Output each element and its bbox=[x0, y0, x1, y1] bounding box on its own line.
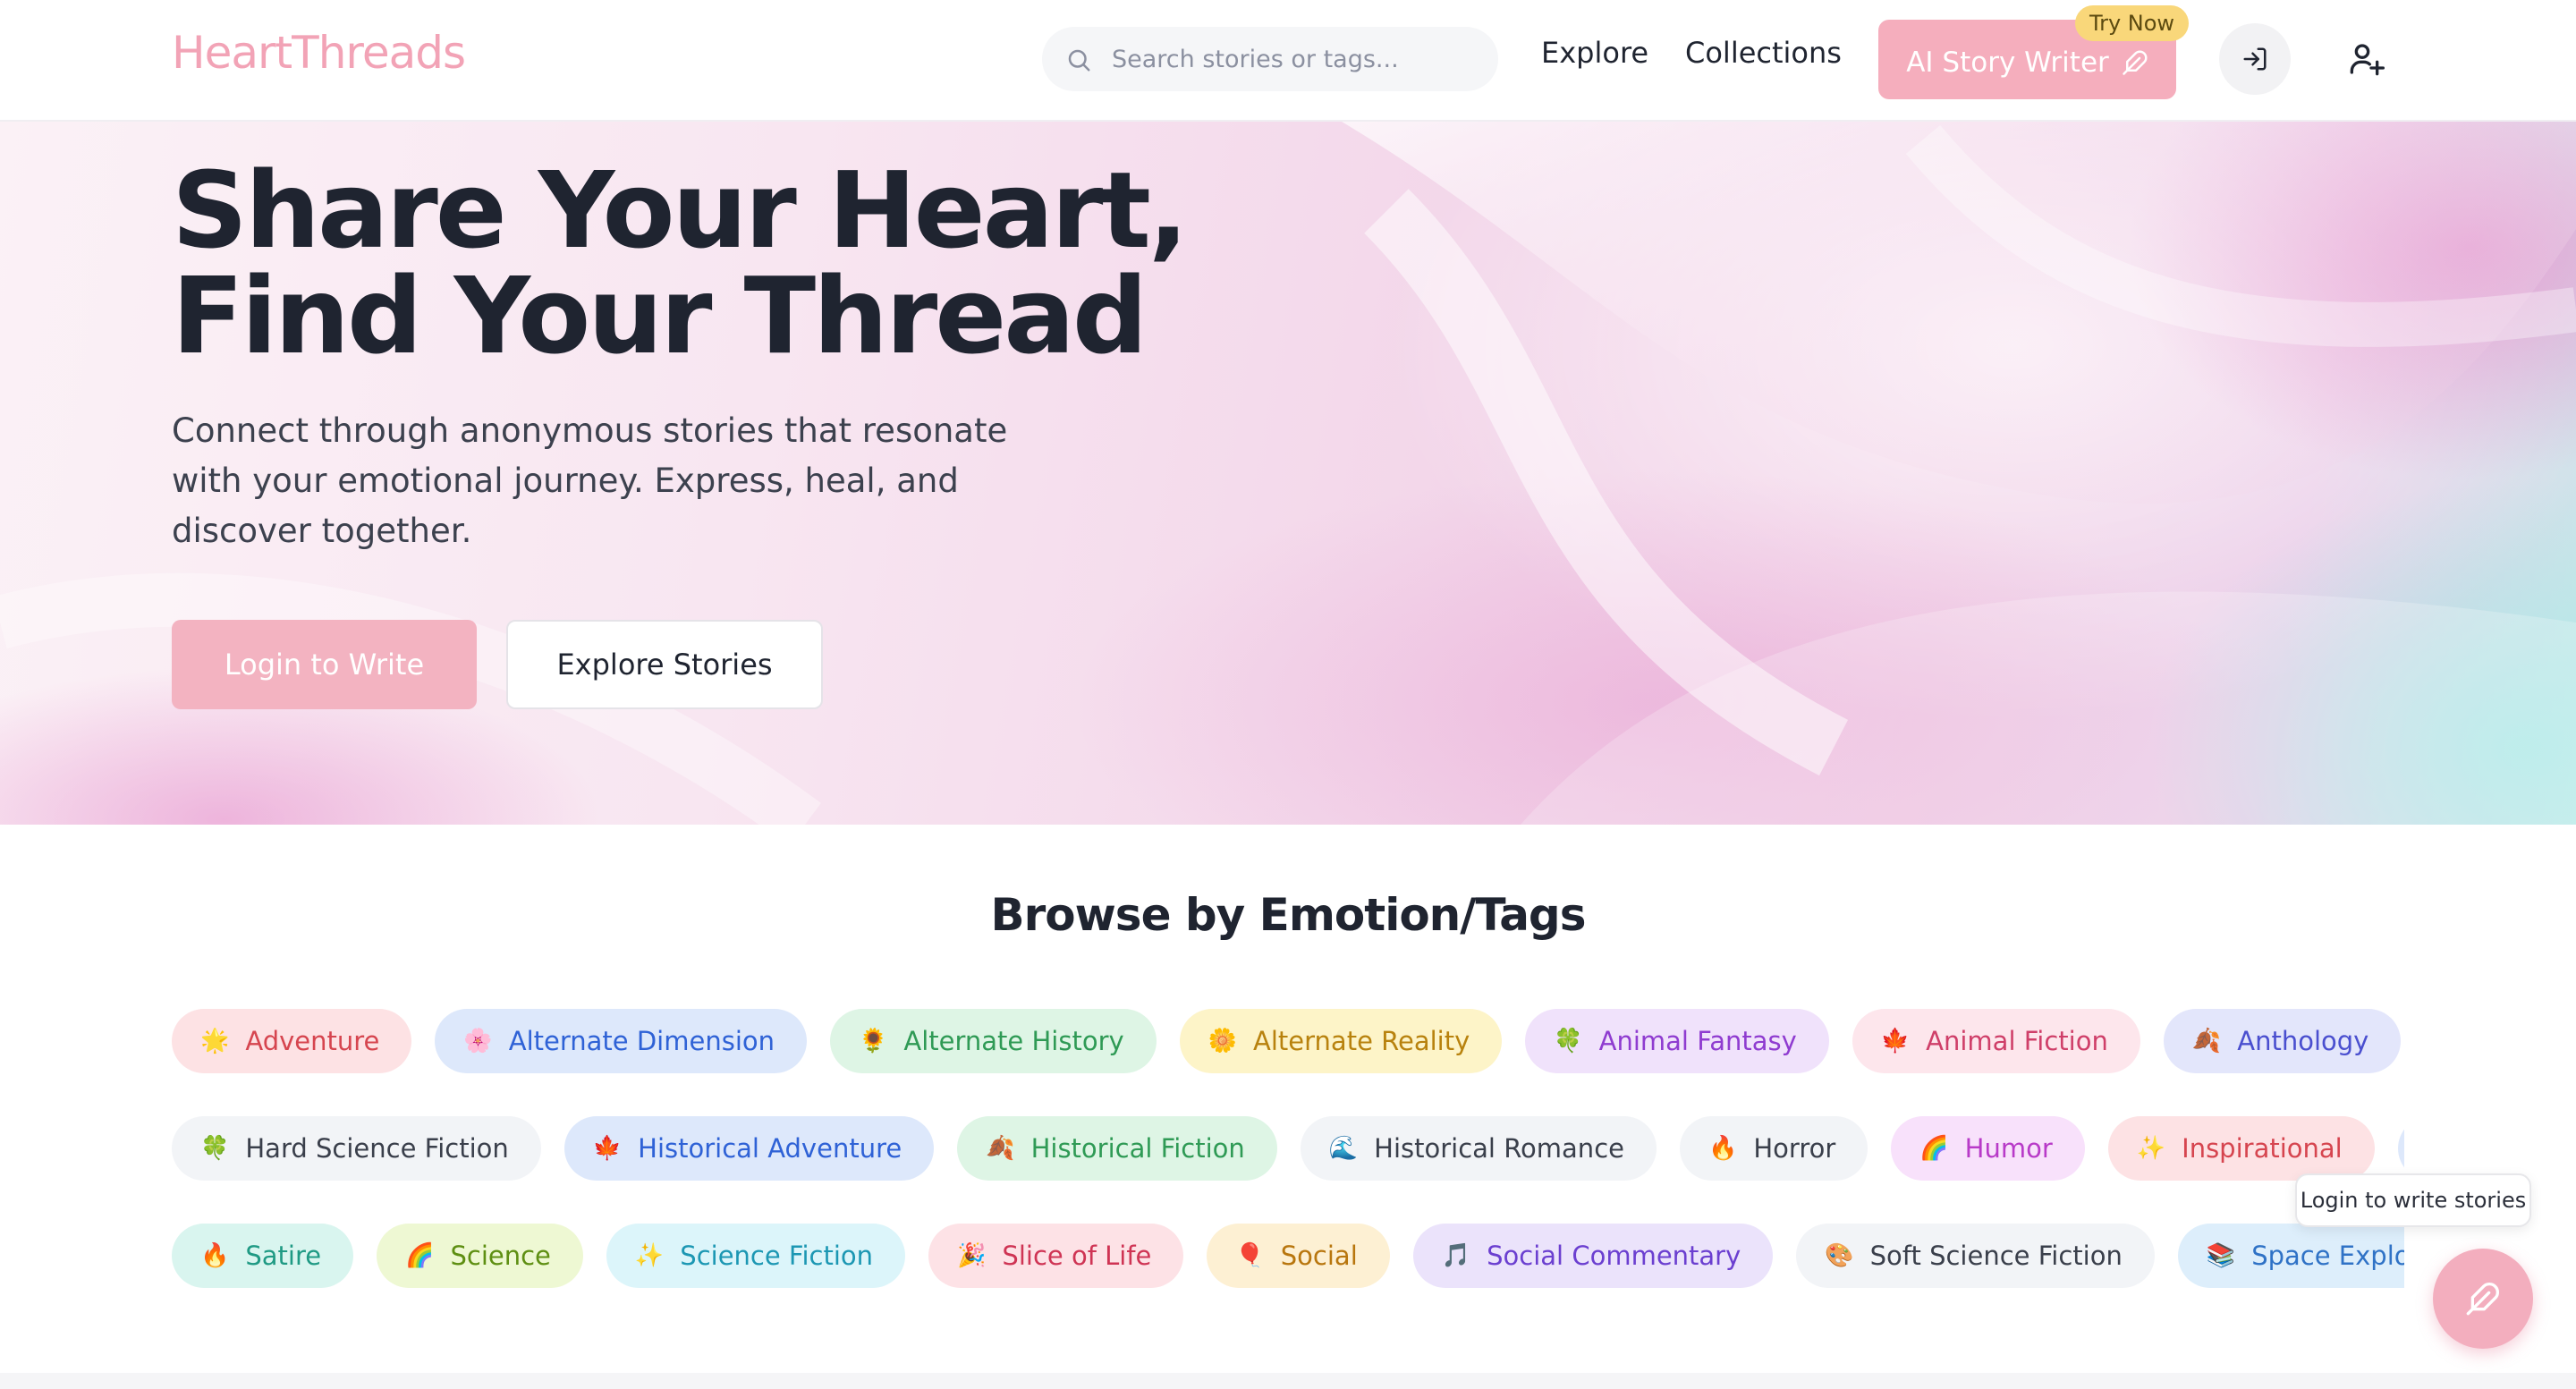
tag-pill[interactable]: 🌟 Adventure bbox=[172, 1009, 412, 1073]
tag-label: Social Commentary bbox=[1487, 1241, 1741, 1271]
tag-pill[interactable]: 🌸 Alternate Dimension bbox=[435, 1009, 807, 1073]
search-icon bbox=[1068, 49, 1090, 72]
tag-cloud: 🌟 Adventure 🌸 Alternate Dimension 🌻 Alternate… bbox=[172, 1009, 2404, 1295]
tag-label: Inspirational bbox=[2182, 1133, 2343, 1164]
tag-emoji: 🌟 bbox=[200, 1028, 230, 1054]
tag-emoji: 🌊 bbox=[1328, 1135, 1359, 1162]
tag-emoji: 🎨 bbox=[1825, 1242, 1854, 1269]
tag-emoji: 🍀 bbox=[1554, 1028, 1583, 1054]
search-input[interactable] bbox=[1112, 27, 1479, 91]
tag-label: Alternate History bbox=[903, 1026, 1124, 1056]
tag-emoji: 🎈 bbox=[1235, 1242, 1265, 1269]
tag-emoji: 🍂 bbox=[2191, 1028, 2222, 1054]
tag-emoji: 🍁 bbox=[1880, 1028, 1911, 1054]
tag-label: Horror bbox=[1753, 1133, 1836, 1164]
tag-pill[interactable]: 🌈 Science bbox=[377, 1224, 583, 1288]
tag-label: Alternate Reality bbox=[1253, 1026, 1470, 1056]
tag-label: Social bbox=[1280, 1241, 1358, 1271]
login-button[interactable] bbox=[2219, 23, 2291, 95]
tag-label: Anthology bbox=[2237, 1026, 2369, 1056]
tag-label: Science Fiction bbox=[680, 1241, 874, 1271]
tag-label: Historical Fiction bbox=[1030, 1133, 1245, 1164]
tag-emoji: 🍁 bbox=[592, 1135, 623, 1162]
hero-section: Share Your Heart, Find Your Thread Conne… bbox=[0, 122, 2576, 825]
tag-pill[interactable]: 🎉Legal Drama bbox=[2397, 1116, 2404, 1181]
tag-emoji: 🌈 bbox=[405, 1242, 435, 1269]
explore-stories-button[interactable]: Explore Stories bbox=[506, 620, 823, 709]
tag-label: Satire bbox=[245, 1241, 322, 1271]
tag-emoji: ✨ bbox=[634, 1242, 665, 1269]
top-navbar: HeartThreads Explore Collections AI Stor… bbox=[0, 0, 2576, 122]
tag-emoji: ✨ bbox=[2136, 1135, 2166, 1162]
tag-pill[interactable]: 🔥 Satire bbox=[172, 1224, 354, 1288]
login-to-write-button[interactable]: Login to Write bbox=[172, 620, 477, 709]
tag-pill[interactable]: 🍁 Historical Adventure bbox=[564, 1116, 935, 1181]
next-section-edge bbox=[0, 1373, 2576, 1389]
nav-collections[interactable]: Collections bbox=[1685, 36, 1842, 70]
tag-pill[interactable]: 🍀 Animal Fantasy bbox=[1525, 1009, 1829, 1073]
tag-pill[interactable]: 🍂 Anthology bbox=[2163, 1009, 2402, 1073]
tag-pill[interactable]: 🎨 Soft Science Fiction bbox=[1796, 1224, 2155, 1288]
tag-pill[interactable]: 🔥 Horror bbox=[1679, 1116, 1868, 1181]
tag-label: Science bbox=[450, 1241, 551, 1271]
hero-title: Share Your Heart, Find Your Thread bbox=[172, 157, 1335, 368]
tag-pill[interactable]: 🍁 Animal Fiction bbox=[1852, 1009, 2140, 1073]
tag-pill[interactable]: 🍀 Hard Science Fiction bbox=[172, 1116, 541, 1181]
tag-row-3: 🔥 Satire 🌈 Science ✨ Science Fiction 🎉 Slice of… bbox=[172, 1224, 2404, 1288]
tag-label: Alternate Dimension bbox=[508, 1026, 775, 1056]
write-tooltip: Login to write stories bbox=[2295, 1173, 2531, 1227]
tag-pill[interactable]: 🌻 Alternate History bbox=[830, 1009, 1157, 1073]
page: HeartThreads Explore Collections AI Stor… bbox=[0, 0, 2576, 1389]
tag-emoji: 📚 bbox=[2206, 1242, 2236, 1269]
tag-label: Animal Fiction bbox=[1926, 1026, 2108, 1056]
try-now-badge: Try Now bbox=[2075, 5, 2189, 41]
tag-label: Humor bbox=[1964, 1133, 2053, 1164]
tag-emoji: 🌸 bbox=[463, 1028, 493, 1054]
feather-icon bbox=[2123, 50, 2148, 75]
tag-label: Space Exploration bbox=[2251, 1241, 2404, 1271]
tag-emoji: 🌈 bbox=[1919, 1135, 1949, 1162]
login-icon bbox=[2243, 47, 2267, 71]
search-bar[interactable] bbox=[1042, 27, 1498, 91]
tag-label: Animal Fantasy bbox=[1598, 1026, 1797, 1056]
tag-row-2: 🍀 Hard Science Fiction 🍁 Historical Adventu… bbox=[172, 1116, 2404, 1181]
user-plus-icon bbox=[2350, 44, 2385, 76]
signup-button[interactable] bbox=[2331, 23, 2402, 95]
tag-pill[interactable]: 🍂 Historical Fiction bbox=[957, 1116, 1277, 1181]
hero-subtitle: Connect through anonymous stories that r… bbox=[172, 411, 1008, 550]
tag-emoji: 🌻 bbox=[859, 1028, 888, 1054]
tag-emoji: 🌼 bbox=[1208, 1028, 1238, 1054]
tag-pill[interactable]: 🎉 Slice of Life bbox=[928, 1224, 1184, 1288]
tag-emoji: 🎵 bbox=[1441, 1242, 1471, 1269]
nav-explore[interactable]: Explore bbox=[1541, 36, 1648, 70]
tag-label: Hard Science Fiction bbox=[245, 1133, 509, 1164]
logo[interactable]: HeartThreads bbox=[172, 27, 466, 79]
tag-emoji: 🍂 bbox=[986, 1135, 1015, 1162]
write-story-fab[interactable] bbox=[2433, 1249, 2533, 1349]
tag-label: Historical Romance bbox=[1374, 1133, 1624, 1164]
tag-pill[interactable]: 🎈 Social bbox=[1207, 1224, 1390, 1288]
tag-pill[interactable]: ✨ Science Fiction bbox=[606, 1224, 906, 1288]
hero-title-line-2: Find Your Thread bbox=[172, 254, 1148, 377]
tag-emoji: 🔥 bbox=[1707, 1135, 1738, 1162]
browse-section-title: Browse by Emotion/Tags bbox=[990, 889, 1587, 941]
tag-pill[interactable]: 📚 Space Exploration bbox=[2177, 1224, 2404, 1288]
tag-pill[interactable]: ✨ Inspirational bbox=[2107, 1116, 2375, 1181]
tag-pill[interactable]: 🌼 Alternate Reality bbox=[1179, 1009, 1503, 1073]
tag-row-1: 🌟 Adventure 🌸 Alternate Dimension 🌻 Alternate… bbox=[172, 1009, 2404, 1073]
tag-label: Historical Adventure bbox=[638, 1133, 902, 1164]
hero-title-line-1: Share Your Heart, bbox=[172, 148, 1189, 272]
tag-emoji: 🔥 bbox=[200, 1242, 230, 1269]
tag-label: Slice of Life bbox=[1002, 1241, 1152, 1271]
tag-emoji: 🍀 bbox=[200, 1135, 230, 1162]
tag-label: Adventure bbox=[245, 1026, 380, 1056]
tag-pill[interactable]: 🌈 Humor bbox=[1891, 1116, 2085, 1181]
ai-story-writer-label: AI Story Writer bbox=[1906, 46, 2109, 79]
tag-pill[interactable]: 🎵 Social Commentary bbox=[1412, 1224, 1774, 1288]
tag-pill[interactable]: 🌊 Historical Romance bbox=[1300, 1116, 1657, 1181]
feather-icon bbox=[2466, 1282, 2500, 1316]
tag-emoji: 🎉 bbox=[957, 1242, 987, 1269]
tag-label: Soft Science Fiction bbox=[1869, 1241, 2123, 1271]
